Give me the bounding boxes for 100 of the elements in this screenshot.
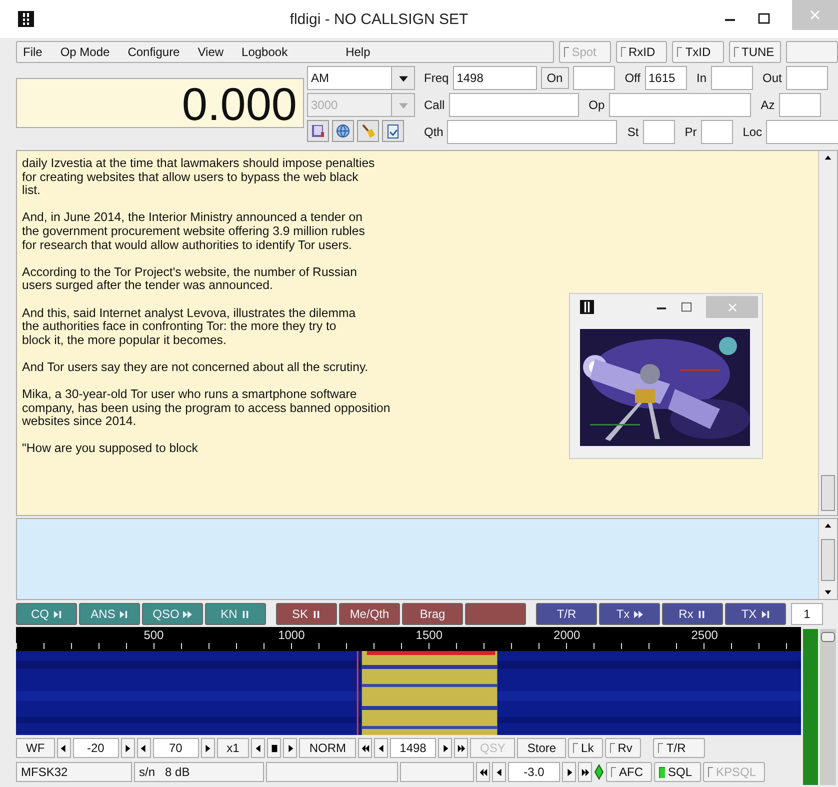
maximize-icon[interactable] [758, 13, 770, 25]
field-label: Qth [424, 125, 444, 139]
toggle-button[interactable]: TUNE [729, 41, 782, 63]
menu-item[interactable]: Help [346, 45, 370, 59]
menu-item[interactable]: File [23, 45, 42, 59]
arrow-button[interactable] [476, 762, 490, 782]
on-button[interactable]: On [540, 67, 569, 89]
save-button[interactable] [382, 120, 404, 142]
skip-forward-icon [760, 610, 770, 618]
scale-label: 2500 [691, 628, 718, 642]
macro-page-number[interactable]: 1 [791, 603, 823, 625]
scrollbar[interactable] [818, 151, 837, 515]
fast-forward-icon [580, 768, 590, 776]
scroll-thumb[interactable] [821, 475, 835, 511]
macro-button[interactable]: SK [276, 603, 337, 625]
macro-button[interactable]: TX [725, 603, 786, 625]
left-arrow-icon [254, 744, 263, 752]
lookup-button[interactable] [332, 120, 354, 142]
arrow-button[interactable] [374, 738, 388, 758]
macro-button[interactable]: ANS [79, 603, 140, 625]
right-arrow-icon [286, 744, 295, 752]
arrow-button[interactable] [562, 762, 576, 782]
clear-button[interactable] [357, 120, 379, 142]
arrow-button[interactable] [454, 738, 468, 758]
scroll-thumb[interactable] [821, 539, 835, 581]
input-field[interactable] [608, 93, 751, 117]
arrow-button[interactable] [251, 738, 266, 758]
value-field[interactable]: -3.0 [508, 762, 560, 782]
log-button[interactable] [307, 120, 329, 142]
skip-forward-icon [53, 610, 62, 618]
arrow-button[interactable] [200, 738, 215, 758]
macro-button[interactable]: QSO [142, 603, 203, 625]
input-field[interactable] [766, 120, 838, 144]
control-button[interactable]: NORM [299, 738, 356, 758]
arrow-button[interactable] [120, 738, 135, 758]
input-field[interactable] [447, 120, 618, 144]
toggle-button[interactable]: Rv [604, 738, 642, 758]
arrow-button[interactable] [578, 762, 592, 782]
mode-dropdown[interactable]: AM [307, 66, 415, 90]
slider-thumb[interactable] [821, 632, 835, 642]
input-field[interactable]: 1498 [452, 66, 537, 90]
input-field[interactable] [710, 66, 753, 90]
menu-item[interactable]: Configure [128, 45, 180, 59]
received-text: According to the Tor Project's website, the number of Russian users surged after the tender was announced. [22, 266, 357, 293]
input-field[interactable]: 1615 [644, 66, 686, 90]
menu-item[interactable]: Op Mode [60, 45, 110, 59]
stop-icon [270, 744, 279, 752]
arrow-button[interactable] [136, 738, 151, 758]
input-field[interactable] [448, 93, 579, 117]
input-field[interactable] [700, 120, 733, 144]
field-label: Pr [684, 125, 697, 139]
received-text: Mika, a 30-year-old Tor user who runs a smartphone software company, has been using the program to access banned opposition websites since 2014. [22, 388, 390, 429]
toggle-button[interactable]: AFC [606, 762, 652, 782]
scale-label: 1000 [278, 628, 305, 642]
toggle-button[interactable]: SQL [654, 762, 702, 782]
toggle-button[interactable]: Lk [568, 738, 603, 758]
fast-forward-icon [456, 744, 466, 752]
squelch-slider[interactable] [820, 629, 836, 785]
control-button[interactable]: x1 [216, 738, 250, 758]
close-icon [810, 10, 820, 20]
field-label: Az [760, 98, 775, 112]
rewind-icon [360, 744, 370, 752]
left-arrow-icon [376, 744, 386, 752]
scale-label: 500 [144, 628, 164, 642]
pause-icon [241, 610, 250, 618]
macro-button[interactable]: Me/Qth [339, 603, 400, 625]
macro-button[interactable]: Brag [402, 603, 463, 625]
control-button[interactable]: WF [16, 738, 55, 758]
value-field[interactable]: -20 [72, 738, 119, 758]
scrollbar[interactable] [818, 519, 837, 599]
toggle-button[interactable]: T/R [653, 738, 705, 758]
macro-button[interactable]: KN [205, 603, 266, 625]
menu-item[interactable]: Logbook [242, 45, 288, 59]
macro-button[interactable]: CQ [16, 603, 77, 625]
input-field[interactable] [778, 93, 821, 117]
control-button[interactable]: Store [517, 738, 566, 758]
toggle-button[interactable]: TxID [672, 41, 724, 63]
arrow-button[interactable] [267, 738, 282, 758]
scale-label: 2000 [554, 628, 580, 642]
menu-item[interactable]: View [198, 45, 224, 59]
toggle-button[interactable]: RxID [616, 41, 668, 63]
right-arrow-icon [203, 744, 212, 752]
right-arrow-icon [564, 768, 574, 776]
maximize-icon[interactable] [681, 302, 692, 312]
arrow-button[interactable] [438, 738, 452, 758]
macro-button[interactable]: Tx [599, 603, 660, 625]
input-field[interactable] [642, 120, 675, 144]
value-field[interactable]: 1498 [390, 738, 436, 758]
arrow-button[interactable] [283, 738, 298, 758]
down-arrow-icon [824, 588, 832, 596]
arrow-button[interactable] [492, 762, 506, 782]
status-field: s/n 8 dB [134, 762, 264, 782]
pause-icon [312, 610, 321, 618]
arrow-button[interactable] [56, 738, 71, 758]
arrow-button[interactable] [358, 738, 372, 758]
macro-button[interactable]: T/R [536, 603, 597, 625]
input-field[interactable] [786, 66, 828, 90]
value-field[interactable]: 70 [152, 738, 199, 758]
input-field[interactable] [572, 66, 615, 90]
macro-button[interactable]: Rx [662, 603, 723, 625]
